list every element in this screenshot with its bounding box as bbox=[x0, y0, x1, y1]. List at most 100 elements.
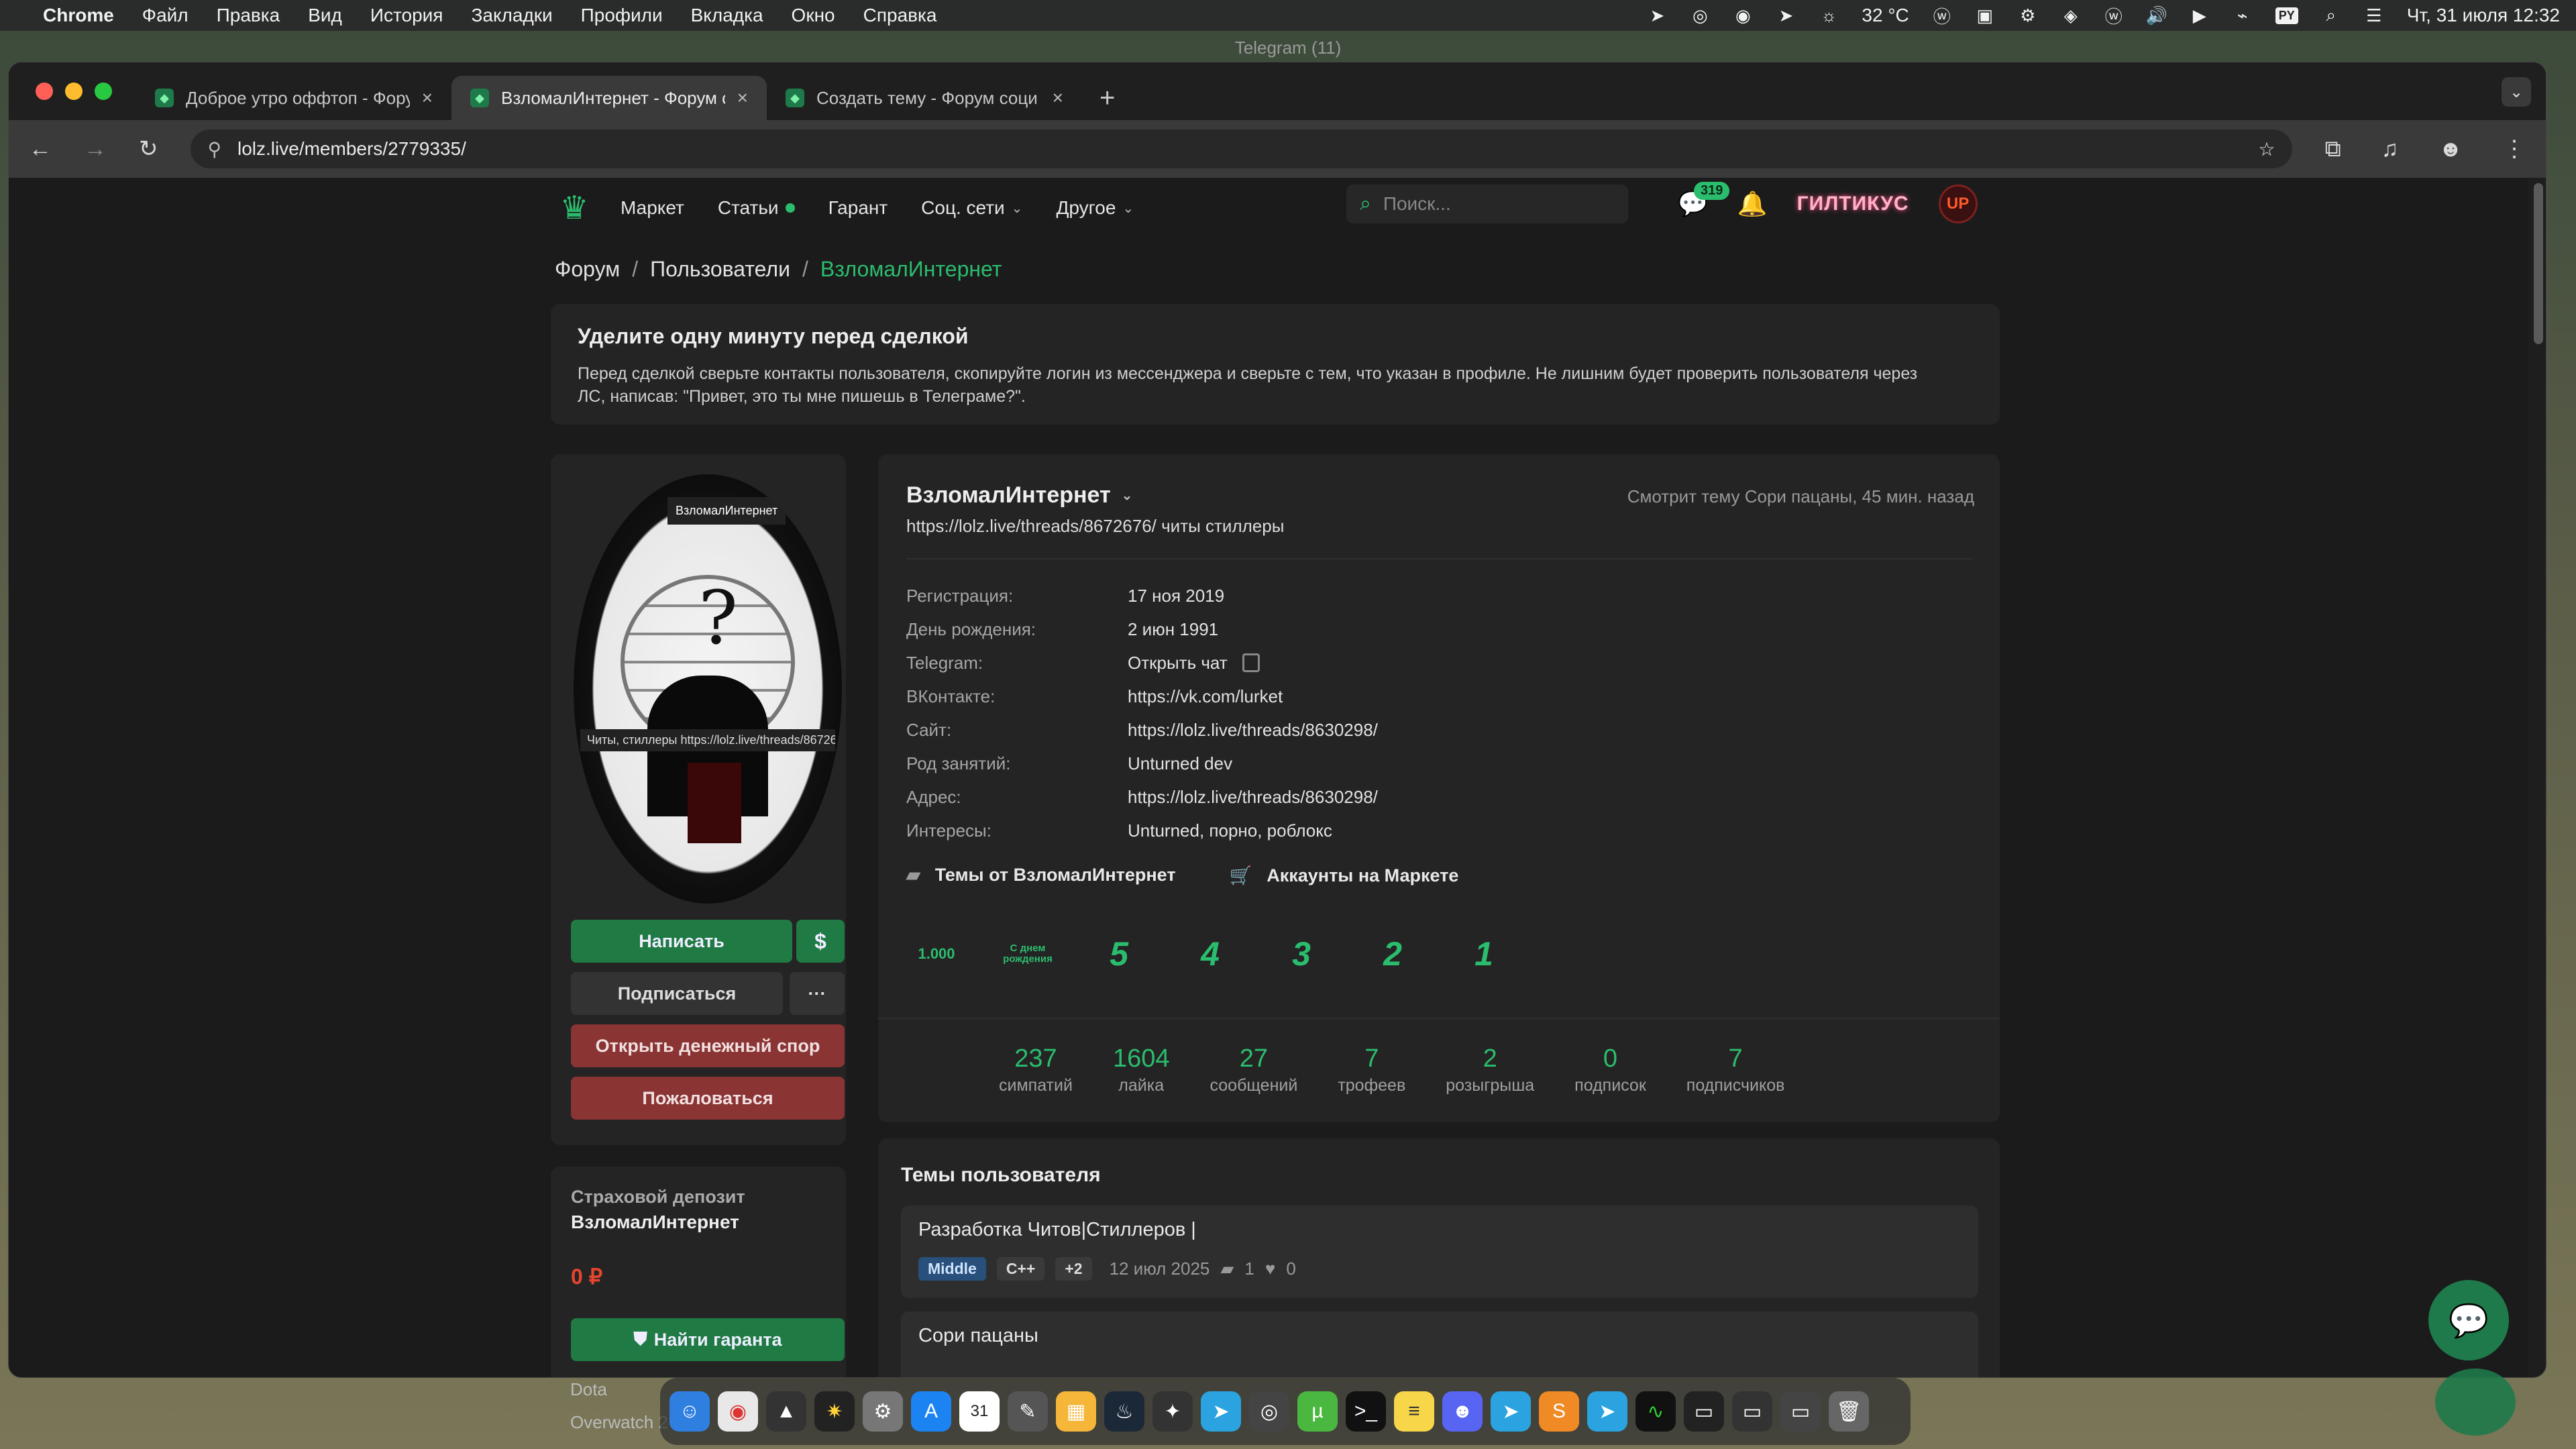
close-tab-icon[interactable]: × bbox=[737, 87, 748, 109]
tab-search-button[interactable]: ⌄ bbox=[2502, 77, 2531, 107]
utorrent-icon[interactable]: µ bbox=[1297, 1391, 1338, 1432]
messages-icon[interactable]: 💬 319 bbox=[1678, 182, 1730, 218]
sublime-icon[interactable]: S bbox=[1539, 1391, 1579, 1432]
back-icon[interactable]: ← bbox=[29, 136, 52, 162]
play-icon[interactable]: ▶ bbox=[2190, 5, 2210, 25]
trophy-icon[interactable]: С днем рождения bbox=[998, 924, 1058, 984]
tag-badge[interactable]: +2 bbox=[1055, 1257, 1092, 1281]
breadcrumb-forum[interactable]: Форум bbox=[555, 257, 620, 281]
tray-icon-3[interactable]: ◉ bbox=[1733, 5, 1753, 25]
spotlight-search-icon[interactable]: ⌕ bbox=[2321, 5, 2341, 25]
app-icon[interactable]: ✦ bbox=[1152, 1391, 1193, 1432]
steam-icon[interactable]: ♨ bbox=[1104, 1391, 1144, 1432]
menu-app-name[interactable]: Chrome bbox=[43, 5, 114, 26]
discord-icon[interactable]: ☻ bbox=[1442, 1391, 1483, 1432]
close-window-button[interactable] bbox=[36, 83, 53, 100]
tray-icon-5[interactable]: ⚙ bbox=[2018, 5, 2038, 25]
app-icon[interactable]: ◎ bbox=[1249, 1391, 1289, 1432]
stat-subscribers[interactable]: 7 подписчиков bbox=[1666, 1044, 1805, 1095]
address-bar[interactable]: ⚲ lolz.live/members/2779335/ ☆ bbox=[190, 129, 2293, 168]
trophy-icon[interactable]: 4 bbox=[1180, 924, 1240, 984]
zoom-window-button[interactable] bbox=[95, 83, 112, 100]
menu-profiles[interactable]: Профили bbox=[581, 5, 663, 26]
input-language-badge[interactable]: PY bbox=[2275, 7, 2298, 24]
scrollbar-thumb[interactable] bbox=[2534, 183, 2543, 344]
profile-name[interactable]: ВзломалИнтернет ⌄ bbox=[906, 482, 1132, 508]
reload-icon[interactable]: ↻ bbox=[139, 136, 158, 162]
notifications-bell-icon[interactable]: 🔔 bbox=[1737, 190, 1768, 218]
stat-subscriptions[interactable]: 0 подписок bbox=[1554, 1044, 1666, 1095]
menu-tab[interactable]: Вкладка bbox=[691, 5, 763, 26]
telegram-icon[interactable]: ➤ bbox=[1201, 1391, 1241, 1432]
topic-title[interactable]: Разработка Читов|Стиллеров | bbox=[918, 1219, 1961, 1241]
trophy-icon[interactable]: 3 bbox=[1271, 924, 1332, 984]
support-chat-icon[interactable]: 💬 bbox=[2428, 1280, 2509, 1360]
trophy-icon[interactable]: 1.000 bbox=[906, 924, 967, 984]
site-logo-icon[interactable]: ♛ bbox=[551, 188, 598, 228]
telegram-open-chat-link[interactable]: Открыть чат bbox=[1128, 653, 1228, 674]
page-scrollbar[interactable] bbox=[2528, 178, 2546, 1377]
trophy-icon[interactable]: 1 bbox=[1454, 924, 1514, 984]
wifi-off-icon[interactable]: ⌁ bbox=[2233, 5, 2253, 25]
new-tab-button[interactable]: + bbox=[1099, 83, 1115, 113]
copy-icon[interactable] bbox=[1242, 653, 1260, 672]
subscribe-button[interactable]: Подписаться bbox=[571, 972, 783, 1015]
clock[interactable]: Чт, 31 июля 12:32 bbox=[2407, 5, 2560, 26]
nav-articles[interactable]: Статьи bbox=[718, 197, 795, 219]
notes-app-icon[interactable]: ✎ bbox=[1008, 1391, 1048, 1432]
profile-icon[interactable]: ☻ bbox=[2438, 136, 2463, 162]
address-link[interactable]: https://lolz.live/threads/8630298/ bbox=[1128, 787, 1378, 808]
menu-help[interactable]: Справка bbox=[863, 5, 937, 26]
stat-trophies[interactable]: 7 трофеев bbox=[1318, 1044, 1426, 1095]
menu-file[interactable]: Файл bbox=[142, 5, 189, 26]
extensions-icon[interactable]: ⧉ bbox=[2324, 136, 2341, 162]
close-tab-icon[interactable]: × bbox=[422, 87, 433, 109]
telegram-icon[interactable]: ➤ bbox=[1587, 1391, 1627, 1432]
send-money-button[interactable]: $ bbox=[796, 920, 845, 963]
menu-view[interactable]: Вид bbox=[308, 5, 342, 26]
nav-guarantor[interactable]: Гарант bbox=[828, 197, 888, 219]
browser-tab-3[interactable]: ◆ Создать тему - Форум соци × bbox=[767, 76, 1082, 120]
tray-app-icon[interactable]: ▣ bbox=[1975, 5, 1995, 25]
trophy-icon[interactable]: 2 bbox=[1362, 924, 1423, 984]
weather-text[interactable]: 32 °C bbox=[1862, 5, 1909, 26]
tag-badge[interactable]: Middle bbox=[918, 1257, 986, 1281]
forward-icon[interactable]: → bbox=[84, 136, 107, 162]
profile-avatar[interactable]: ? ВзломалИнтернет Читы, стиллеры https:/… bbox=[574, 474, 842, 904]
trophy-icon[interactable]: 5 bbox=[1089, 924, 1149, 984]
tray-icon-6[interactable]: ◈ bbox=[2061, 5, 2081, 25]
notes-icon[interactable]: ≡ bbox=[1394, 1391, 1434, 1432]
more-options-button[interactable]: ··· bbox=[790, 972, 845, 1015]
activity-monitor-icon[interactable]: ∿ bbox=[1635, 1391, 1676, 1432]
volume-icon[interactable]: 🔊 bbox=[2146, 5, 2167, 25]
trash-icon[interactable]: 🗑 bbox=[1829, 1391, 1869, 1432]
control-center-icon[interactable]: ☰ bbox=[2364, 5, 2384, 25]
media-controls-icon[interactable]: ♫ bbox=[2381, 136, 2399, 162]
settings-icon[interactable]: ⚙ bbox=[863, 1391, 903, 1432]
grid-app-icon[interactable]: ▦ bbox=[1056, 1391, 1096, 1432]
app-store-icon[interactable]: A bbox=[911, 1391, 951, 1432]
user-avatar[interactable]: UP bbox=[1938, 184, 1978, 223]
menu-window[interactable]: Окно bbox=[792, 5, 835, 26]
bookmark-star-icon[interactable]: ☆ bbox=[2258, 138, 2275, 160]
breadcrumb-users[interactable]: Пользователи bbox=[650, 257, 790, 281]
browser-tab-1[interactable]: ◆ Доброе утро оффтоп - Фору × bbox=[136, 76, 451, 120]
weather-icon[interactable]: ☼ bbox=[1819, 5, 1839, 25]
stat-messages[interactable]: 27 сообщений bbox=[1189, 1044, 1318, 1095]
chrome-icon[interactable]: ◉ bbox=[718, 1391, 758, 1432]
site-link[interactable]: https://lolz.live/threads/8630298/ bbox=[1128, 720, 1378, 741]
close-tab-icon[interactable]: × bbox=[1053, 87, 1063, 109]
site-search-input[interactable]: ⌕ Поиск... bbox=[1346, 184, 1628, 223]
terminal-icon[interactable]: >_ bbox=[1346, 1391, 1386, 1432]
report-button[interactable]: Пожаловаться bbox=[571, 1077, 845, 1120]
minimized-window-icon[interactable]: ▭ bbox=[1732, 1391, 1772, 1432]
topic-title[interactable]: Сори пацаны bbox=[918, 1325, 1961, 1347]
chevron-down-icon[interactable]: ⌄ bbox=[1122, 487, 1133, 504]
menu-bookmarks[interactable]: Закладки bbox=[471, 5, 552, 26]
nav-market[interactable]: Маркет bbox=[621, 197, 684, 219]
stat-sympathies[interactable]: 237 симпатий bbox=[979, 1044, 1093, 1095]
vk-link[interactable]: https://vk.com/lurket bbox=[1128, 686, 1283, 707]
market-accounts-link[interactable]: 🛒 Аккаунты на Маркете bbox=[1230, 865, 1459, 886]
menu-edit[interactable]: Правка bbox=[217, 5, 280, 26]
topic-item[interactable]: Сори пацаны bbox=[901, 1311, 1978, 1377]
